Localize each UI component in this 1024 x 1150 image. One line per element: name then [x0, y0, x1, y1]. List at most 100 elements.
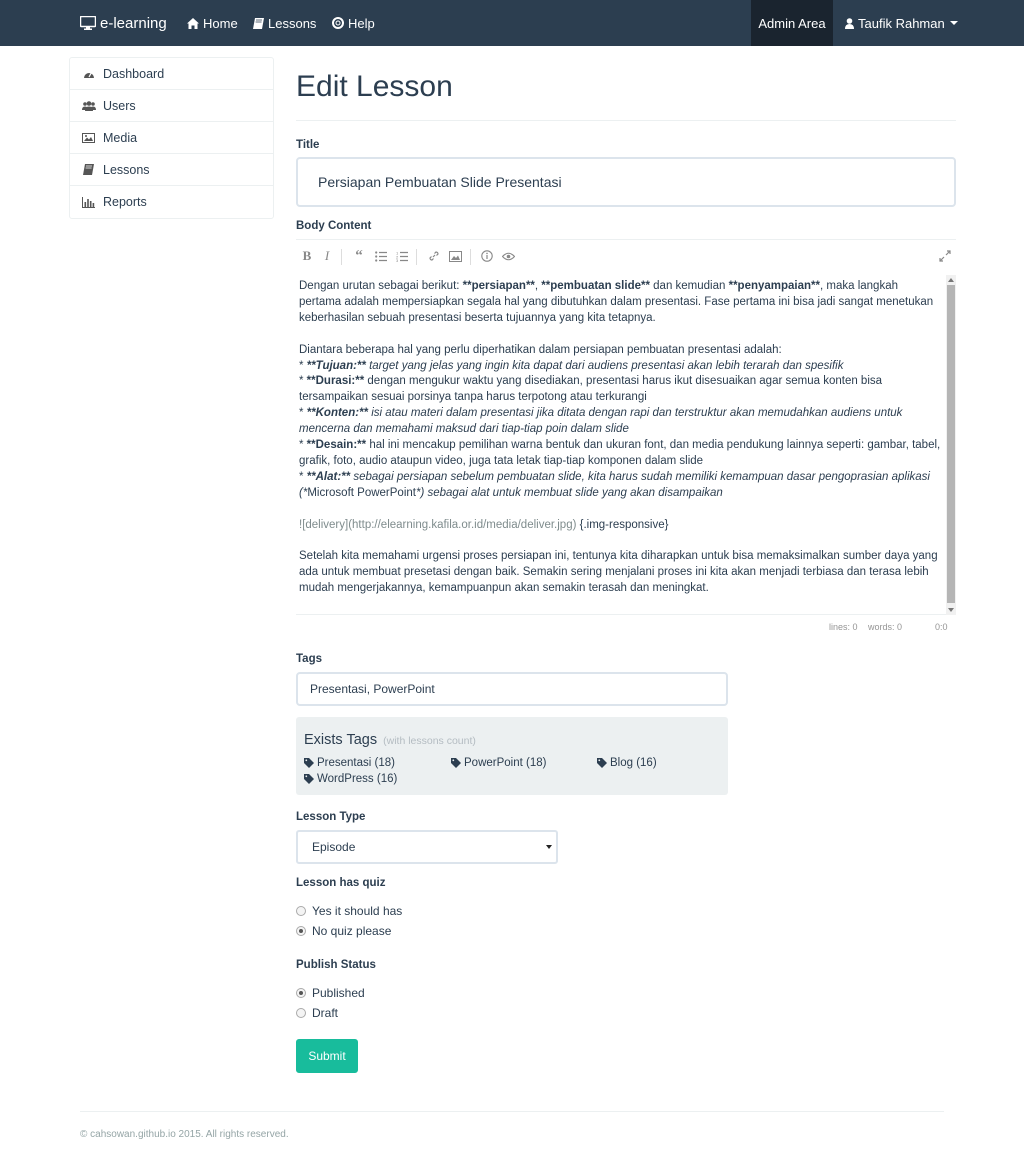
quiz-option-yes[interactable]: Yes it should has: [296, 904, 402, 918]
title-label: Title: [296, 139, 320, 151]
lesson-type-label: Lesson Type: [296, 811, 366, 823]
editor-cursor-position: 0:0: [935, 622, 948, 632]
publish-status-label: Publish Status: [296, 959, 376, 971]
home-icon: [187, 17, 199, 29]
radio-label: No quiz please: [312, 924, 392, 938]
lesson-type-select[interactable]: Episode: [296, 830, 558, 864]
ordered-list-icon[interactable]: 123: [395, 249, 409, 263]
top-navbar: e-learning Home Lessons Help Admin Area …: [0, 0, 1024, 46]
sidebar-item-label: Users: [103, 98, 136, 113]
editor-text-area[interactable]: Dengan urutan sebagai berikut: **persiap…: [296, 275, 944, 615]
book-icon: [253, 17, 264, 29]
tag-icon: [304, 774, 314, 784]
user-icon: [845, 17, 854, 29]
sidebar-item-users[interactable]: Users: [70, 90, 273, 122]
sidebar-item-media[interactable]: Media: [70, 122, 273, 154]
bold-icon[interactable]: B: [300, 248, 314, 263]
scrollbar-thumb[interactable]: [947, 285, 955, 603]
quiz-option-no[interactable]: No quiz please: [296, 924, 391, 938]
nav-home-label: Home: [203, 15, 238, 31]
bar-chart-icon: [81, 196, 96, 208]
nav-admin-area[interactable]: Admin Area: [751, 0, 833, 46]
toolbar-separator: [341, 249, 342, 265]
users-icon: [81, 100, 96, 111]
editor-words-count: words: 0: [868, 622, 903, 632]
tag-icon: [304, 758, 314, 768]
tag-link[interactable]: Presentasi (18): [304, 757, 395, 769]
caret-down-icon: [949, 21, 958, 25]
editor-scrollbar[interactable]: [946, 275, 956, 615]
select-arrow-icon: [546, 845, 552, 849]
image-icon: [81, 132, 96, 143]
link-icon[interactable]: [427, 249, 441, 263]
editor-paragraph: Diantara beberapa hal yang perlu diperha…: [299, 343, 782, 356]
editor-bullet: * **Desain:** hal ini mencakup pemilihan…: [299, 439, 941, 467]
book-icon: [81, 164, 96, 175]
existing-tags-panel: Exists Tags (with lessons count) Present…: [296, 717, 728, 795]
scroll-down-arrow[interactable]: [948, 608, 954, 612]
toolbar-separator: [470, 249, 471, 265]
preview-eye-icon[interactable]: [501, 249, 515, 263]
radio-button[interactable]: [296, 906, 306, 916]
radio-button-selected[interactable]: [296, 926, 306, 936]
editor-lines-count: lines: 0: [829, 622, 858, 632]
sidebar-item-label: Media: [103, 130, 138, 145]
sidebar-item-lessons[interactable]: Lessons: [70, 154, 273, 186]
tag-icon: [451, 758, 461, 768]
markdown-editor: B I “ 123 Dengan urutan sebagai berikut:…: [296, 239, 956, 615]
existing-tags-heading: Exists Tags (with lessons count): [304, 732, 476, 748]
lifebuoy-icon: [332, 17, 344, 29]
nav-lessons-label: Lessons: [268, 15, 317, 31]
nav-lessons[interactable]: Lessons: [253, 0, 316, 46]
nav-help-label: Help: [348, 15, 375, 31]
publish-option-published[interactable]: Published: [296, 986, 365, 1000]
footer-divider: [80, 1111, 944, 1112]
editor-paragraph: Setelah kita memahami urgensi proses per…: [299, 550, 938, 595]
radio-button[interactable]: [296, 1008, 306, 1018]
tags-input[interactable]: Presentasi, PowerPoint: [296, 672, 728, 706]
sidebar-item-dashboard[interactable]: Dashboard: [70, 58, 273, 90]
page-title: Edit Lesson: [296, 70, 453, 103]
scroll-up-arrow[interactable]: [948, 278, 954, 282]
nav-home[interactable]: Home: [187, 0, 238, 46]
info-icon[interactable]: [480, 249, 494, 263]
sidebar-item-label: Lessons: [103, 162, 150, 177]
tag-link[interactable]: PowerPoint (18): [451, 757, 546, 769]
radio-label: Published: [312, 986, 365, 1000]
editor-paragraph: Dengan urutan sebagai berikut: **persiap…: [299, 280, 934, 324]
user-name: Taufik Rahman: [858, 15, 945, 31]
radio-button-selected[interactable]: [296, 988, 306, 998]
desktop-icon: [80, 16, 96, 30]
editor-bullet: * **Konten:** isi atau materi dalam pres…: [299, 407, 903, 436]
tags-label: Tags: [296, 653, 322, 665]
quiz-label: Lesson has quiz: [296, 877, 386, 889]
italic-icon[interactable]: I: [320, 248, 334, 263]
editor-bullet: * **Tujuan:** target yang jelas yang ing…: [299, 359, 844, 372]
unordered-list-icon[interactable]: [374, 249, 388, 263]
svg-text:3: 3: [396, 258, 399, 262]
sidebar-item-reports[interactable]: Reports: [70, 186, 273, 218]
toolbar-separator: [416, 249, 417, 265]
nav-help[interactable]: Help: [332, 0, 375, 46]
publish-option-draft[interactable]: Draft: [296, 1006, 338, 1020]
sidebar-item-label: Dashboard: [103, 66, 165, 81]
title-input[interactable]: Persiapan Pembuatan Slide Presentasi: [296, 157, 956, 207]
body-content-label: Body Content: [296, 220, 372, 232]
sidebar-item-label: Reports: [103, 195, 147, 209]
lesson-type-value: Episode: [312, 840, 356, 854]
editor-bullet: * **Durasi:** dengan mengukur waktu yang…: [299, 375, 883, 404]
editor-image-markdown: ![delivery](http://elearning.kafila.or.i…: [299, 518, 669, 531]
radio-label: Yes it should has: [312, 904, 403, 918]
image-icon[interactable]: [448, 249, 462, 263]
tag-link[interactable]: Blog (16): [597, 757, 657, 769]
submit-button[interactable]: Submit: [296, 1039, 358, 1073]
radio-label: Draft: [312, 1006, 339, 1020]
brand-link[interactable]: e-learning: [80, 0, 167, 46]
editor-toolbar: B I “ 123: [296, 240, 956, 274]
fullscreen-icon[interactable]: [938, 249, 952, 263]
quote-icon[interactable]: “: [352, 248, 366, 264]
tag-link[interactable]: WordPress (16): [304, 773, 397, 785]
divider: [296, 120, 956, 121]
editor-bullet: * **Alat:** sebagai persiapan sebelum pe…: [299, 470, 930, 499]
user-menu-dropdown[interactable]: Taufik Rahman: [845, 0, 958, 46]
